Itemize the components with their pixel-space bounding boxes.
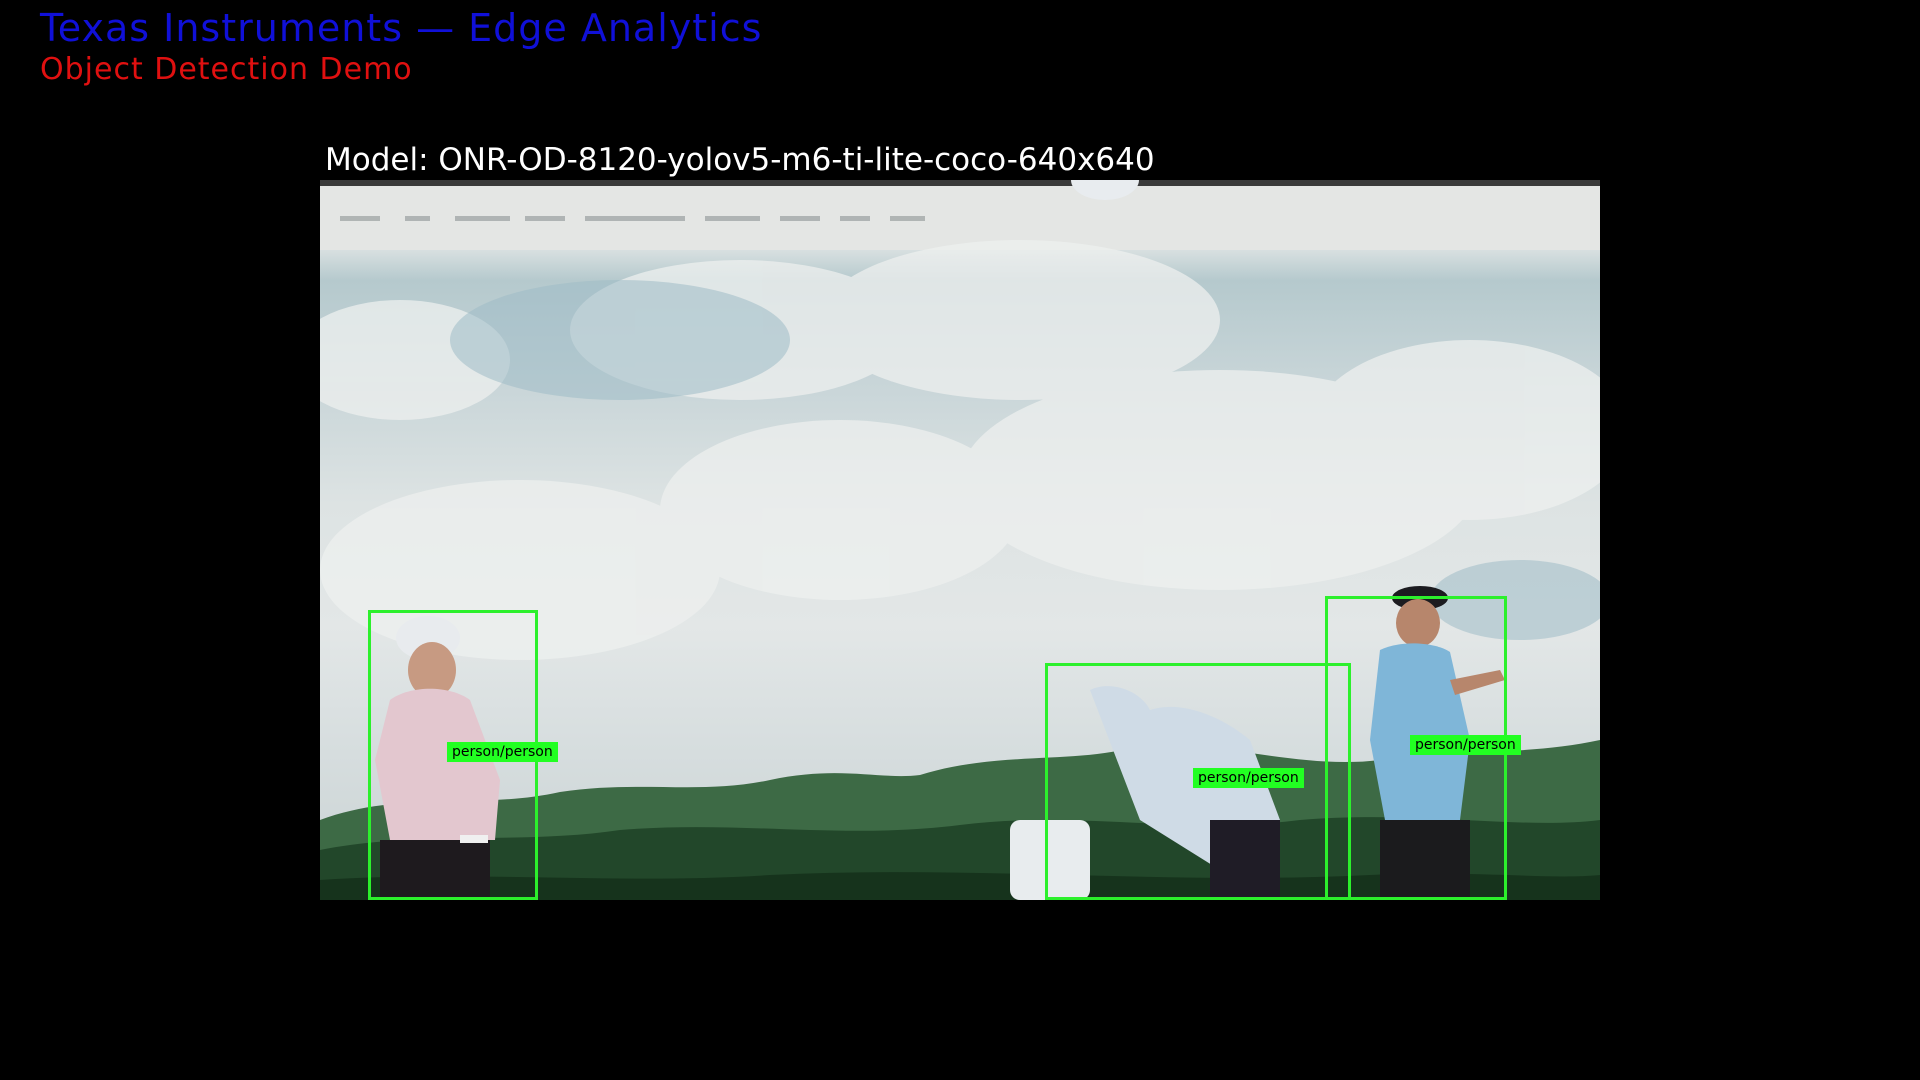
video-frame: person/person person/person person/perso…	[320, 180, 1600, 900]
model-label: Model: ONR-OD-8120-yolov5-m6-ti-lite-coc…	[325, 142, 1155, 178]
detection-label: person/person	[447, 742, 558, 762]
detection-label: person/person	[1193, 768, 1304, 788]
screen-top-bar	[320, 180, 1600, 250]
detection-label: person/person	[1410, 735, 1521, 755]
app-subtitle: Object Detection Demo	[40, 52, 413, 87]
app-title: Texas Instruments — Edge Analytics	[40, 6, 763, 50]
